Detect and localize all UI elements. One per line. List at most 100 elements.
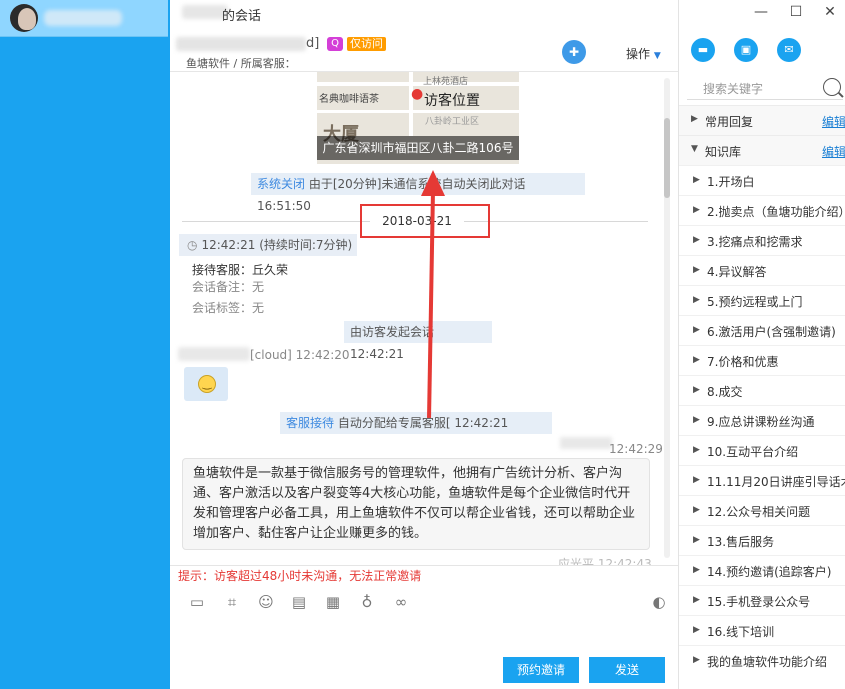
kb-item-label: 16.线下培训	[707, 625, 775, 639]
avatar	[10, 4, 38, 32]
kb-section-common-reply[interactable]: ▶ 常用回复 编辑	[679, 105, 845, 135]
kb-item[interactable]: ▶ 15.手机登录公众号	[679, 585, 845, 615]
kb-item[interactable]: ▶ 9.应总讲课粉丝沟通	[679, 405, 845, 435]
knowledge-panel: — ☐ ✕ ▬ ▣ ✉ ▶ 常用回复 编辑 ▼ 知识库 编辑 ▶ 1.开场白 ▶ 2…	[678, 0, 845, 689]
kb-item[interactable]: ▶ 6.激活用户(含强制邀请)	[679, 315, 845, 345]
chevron-right-icon: ▶	[693, 295, 700, 305]
chevron-right-icon: ▶	[693, 265, 700, 275]
header-subtitle: 鱼塘软件 / 所属客服：	[186, 57, 296, 70]
kb-item[interactable]: ▶ 11.11月20日讲座引导话术	[679, 465, 845, 495]
user-plus-icon[interactable]: ✚	[562, 40, 586, 64]
kb-item[interactable]: ▶ 14.预约邀请(追踪客户)	[679, 555, 845, 585]
visitor-message-bubble: ‿	[184, 367, 228, 401]
system-tag: 客服接待	[286, 416, 335, 430]
warning-text: 提示：访客超过48小时未沟通，无法正常邀请	[170, 565, 678, 585]
close-button[interactable]: ✕	[820, 2, 840, 22]
message-input[interactable]	[170, 618, 678, 650]
kb-item[interactable]: ▶ 12.公众号相关问题	[679, 495, 845, 525]
chevron-right-icon: ▶	[693, 175, 700, 185]
chevron-right-icon: ▶	[693, 445, 700, 455]
visitor-message-meta: [cloud] 12:42:20	[250, 348, 350, 362]
kb-item-label: 9.应总讲课粉丝沟通	[707, 415, 815, 429]
chevron-right-icon: ▶	[693, 595, 700, 605]
panel-tabs: ▬ ▣ ✉	[679, 36, 845, 66]
template-icon[interactable]: ▤	[289, 592, 309, 612]
folder-icon[interactable]: ▭	[187, 592, 207, 612]
kb-section-label: 常用回复	[705, 115, 754, 129]
chevron-right-icon: ▶	[693, 385, 700, 395]
headset-icon[interactable]: ◐	[649, 592, 669, 612]
edit-link[interactable]: 编辑	[822, 143, 845, 160]
minimize-button[interactable]: —	[751, 2, 771, 22]
search-icon[interactable]	[823, 78, 841, 96]
link-icon[interactable]: ∞	[391, 592, 411, 612]
kb-item[interactable]: ▶ 8.成交	[679, 375, 845, 405]
edit-link[interactable]: 编辑	[822, 113, 845, 130]
send-button[interactable]: 发送	[589, 657, 665, 683]
session-note: 会话备注：无	[192, 280, 265, 294]
kb-item[interactable]: ▶ 1.开场白	[679, 165, 845, 195]
chat-window: 的会话 d] Q 仅访问 鱼塘软件 / 所属客服： ✚ 操作 ▼ 上林苑酒店 名…	[170, 0, 678, 689]
kb-item-label: 2.抛卖点（鱼塘功能介绍）	[707, 205, 845, 219]
operations-label: 操作	[626, 47, 651, 61]
title-bar: 的会话	[170, 0, 678, 26]
kb-item-label: 8.成交	[707, 385, 743, 399]
card-icon[interactable]: ▦	[323, 592, 343, 612]
chevron-right-icon: ▶	[693, 355, 700, 365]
kb-search-input[interactable]	[703, 80, 813, 98]
kb-item-label: 1.开场白	[707, 175, 755, 189]
chevron-right-icon: ▶	[693, 415, 700, 425]
system-time: 12:42:21	[454, 416, 509, 430]
system-text: 由于[20分钟]未通信系统自动关闭此对话	[308, 177, 526, 191]
visit-only-badge: 仅访问	[347, 37, 386, 51]
operations-menu[interactable]: 操作 ▼	[626, 45, 661, 62]
agent-message-bubble: 鱼塘软件是一款基于微信服务号的管理软件，他拥有广告统计分析、客户沟通、客户激活以…	[182, 458, 650, 550]
message-list[interactable]: 上林苑酒店 名典咖啡语茶 ● 访客位置 八卦岭工业区 大厦 广东省深圳市福田区八…	[170, 72, 678, 565]
scrollbar-thumb[interactable]	[664, 118, 670, 198]
image-icon[interactable]: ▣	[734, 38, 758, 62]
kb-item[interactable]: ▶ 13.售后服务	[679, 525, 845, 555]
invite-button[interactable]: 预约邀请	[503, 657, 579, 683]
chevron-right-icon: ▶	[693, 565, 700, 575]
kb-item[interactable]: ▶ 3.挖痛点和挖需求	[679, 225, 845, 255]
kb-item[interactable]: ▶ 2.抛卖点（鱼塘功能介绍）	[679, 195, 845, 225]
window-controls: — ☐ ✕	[679, 0, 845, 24]
system-message: 由访客发起会话 12:42:21	[344, 321, 492, 361]
map-label: 名典咖啡语茶	[319, 94, 379, 105]
agent-name-redacted	[560, 437, 612, 449]
annotation-highlight-box	[360, 204, 490, 238]
mail-icon[interactable]: ✉	[777, 38, 801, 62]
session-info: ◷ 12:42:21 (持续时间:7分钟)	[179, 234, 357, 256]
kb-item[interactable]: ▶ 10.互动平台介绍	[679, 435, 845, 465]
qq-icon: Q	[327, 37, 343, 51]
kb-item[interactable]: ▶ 4.异议解答	[679, 255, 845, 285]
map-road	[409, 72, 413, 136]
visitor-name-redacted	[178, 347, 250, 361]
maximize-button[interactable]: ☐	[786, 2, 806, 22]
kb-section-label: 知识库	[705, 145, 742, 159]
microphone-icon[interactable]: ♁	[357, 592, 377, 612]
smile-emoji-icon: ‿	[198, 375, 216, 393]
contact-item[interactable]	[0, 0, 168, 37]
kb-item[interactable]: ▶ 5.预约远程或上门	[679, 285, 845, 315]
crop-icon[interactable]: ⌗	[222, 592, 242, 612]
kb-item[interactable]: ▶ 16.线下培训	[679, 615, 845, 645]
chat-bubble-icon[interactable]: ▬	[691, 38, 715, 62]
kb-section-knowledge[interactable]: ▼ 知识库 编辑	[679, 135, 845, 165]
chevron-right-icon: ▶	[693, 205, 700, 215]
visitor-name-suffix: d]	[306, 36, 320, 51]
visitor-location-map[interactable]: 上林苑酒店 名典咖啡语茶 ● 访客位置 八卦岭工业区 大厦 广东省深圳市福田区八…	[317, 72, 519, 164]
contact-name-redacted	[44, 10, 122, 26]
chevron-right-icon: ▶	[693, 655, 700, 665]
emoji-icon[interactable]: ☺	[256, 592, 276, 612]
map-label: 上林苑酒店	[423, 77, 469, 87]
kb-item[interactable]: ▶ 我的鱼塘软件功能介绍	[679, 645, 845, 675]
chevron-down-icon: ▼	[691, 144, 698, 154]
kb-item[interactable]: ▶ 7.价格和优惠	[679, 345, 845, 375]
map-poi-label: 访客位置	[424, 93, 480, 109]
chevron-right-icon: ▶	[693, 325, 700, 335]
kb-item-label: 10.互动平台介绍	[707, 445, 799, 459]
chevron-right-icon: ▶	[691, 114, 698, 124]
window-title: 的会话	[222, 9, 262, 24]
kb-item-label: 15.手机登录公众号	[707, 595, 811, 609]
